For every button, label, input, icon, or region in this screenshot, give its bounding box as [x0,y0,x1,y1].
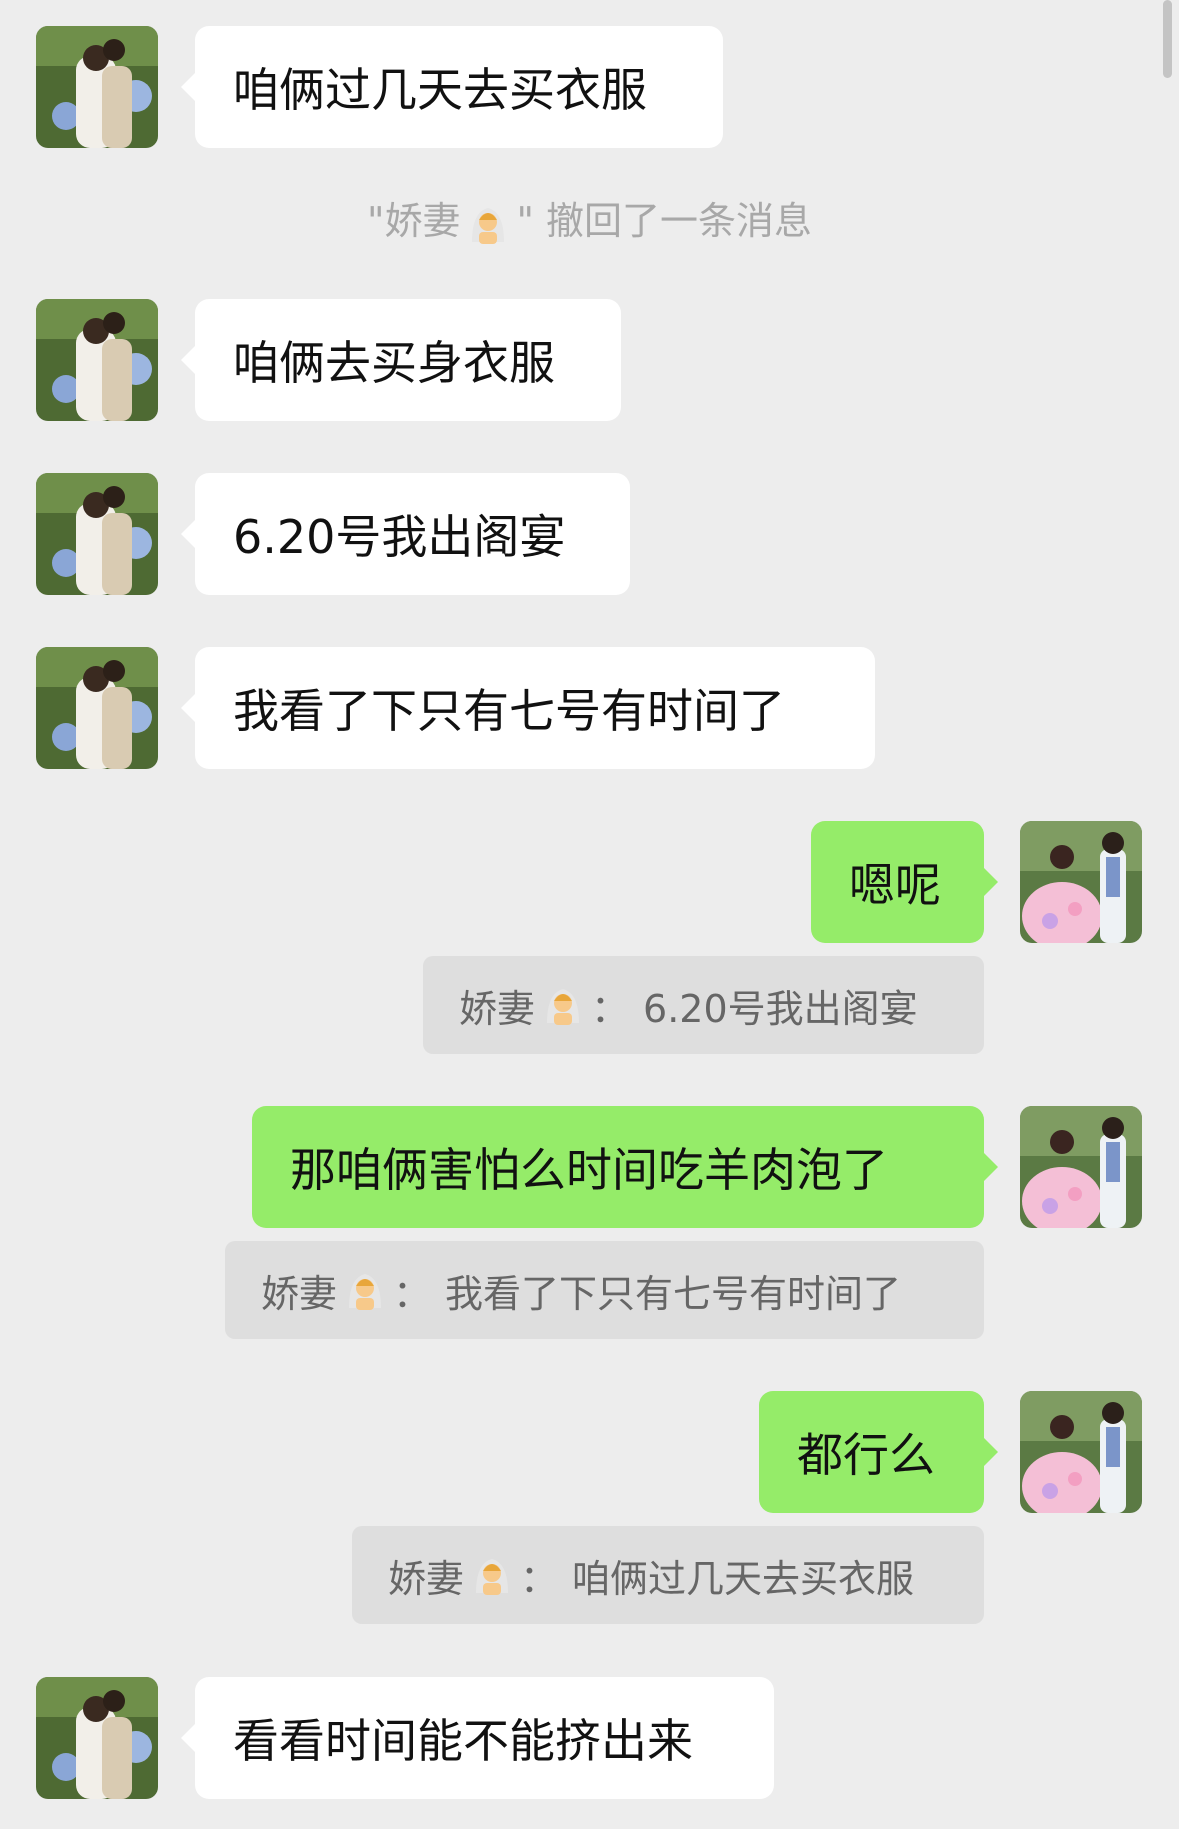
my-avatar[interactable] [1020,1391,1142,1513]
message-text: 咱俩过几天去买衣服 [233,63,647,117]
message-bubble[interactable]: 6.20号我出阁宴 [181,473,630,595]
bride-with-veil-icon [541,983,585,1027]
my-message-bubble[interactable]: 嗯呢 [811,821,998,943]
my-message-bubble[interactable]: 都行么 [759,1391,998,1513]
contact-avatar[interactable] [36,299,158,421]
quoted-reference[interactable]: 娇妻 ： 6.20号我出阁宴 [423,956,984,1054]
quoted-reference[interactable]: 娇妻 ： 咱俩过几天去买衣服 [352,1526,984,1624]
recall-suffix: " 撤回了一条消息 [516,199,813,243]
bride-with-veil-icon [470,1553,514,1597]
my-avatar[interactable] [1020,821,1142,943]
quote-sender: 娇妻 [459,986,536,1031]
message-text: 看看时间能不能挤出来 [233,1714,693,1768]
message-text: 我看了下只有七号有时间了 [233,684,785,738]
quote-sender: 娇妻 [261,1271,338,1316]
message-text: 咱俩去买身衣服 [233,336,555,390]
message-text: 都行么 [797,1428,935,1482]
quote-text: 我看了下只有七号有时间了 [445,1271,902,1316]
message-text: 嗯呢 [849,858,941,912]
bride-with-veil-icon [466,202,510,246]
message-text: 那咱俩害怕么时间吃羊肉泡了 [290,1143,888,1197]
quoted-reference[interactable]: 娇妻 ： 我看了下只有七号有时间了 [225,1241,984,1339]
message-bubble[interactable]: 咱俩过几天去买衣服 [181,26,723,148]
quote-text: 6.20号我出阁宴 [643,986,918,1031]
message-bubble[interactable]: 看看时间能不能挤出来 [181,1677,774,1799]
quote-text: 咱俩过几天去买衣服 [572,1556,915,1601]
recall-prefix: "娇妻 [366,199,461,243]
message-text: 6.20号我出阁宴 [233,510,566,564]
quote-separator: ： [591,986,630,1031]
contact-avatar[interactable] [36,26,158,148]
quote-sender: 娇妻 [388,1556,465,1601]
contact-avatar[interactable] [36,473,158,595]
recall-notice: "娇妻 " 撤回了一条消息 [0,190,1179,246]
my-message-bubble[interactable]: 那咱俩害怕么时间吃羊肉泡了 [252,1106,998,1228]
message-bubble[interactable]: 我看了下只有七号有时间了 [181,647,875,769]
contact-avatar[interactable] [36,1677,158,1799]
message-bubble[interactable]: 咱俩去买身衣服 [181,299,621,421]
quote-separator: ： [520,1556,559,1601]
my-avatar[interactable] [1020,1106,1142,1228]
contact-avatar[interactable] [36,647,158,769]
quote-separator: ： [393,1271,432,1316]
bride-with-veil-icon [343,1268,387,1312]
scrollbar[interactable] [1163,0,1172,78]
